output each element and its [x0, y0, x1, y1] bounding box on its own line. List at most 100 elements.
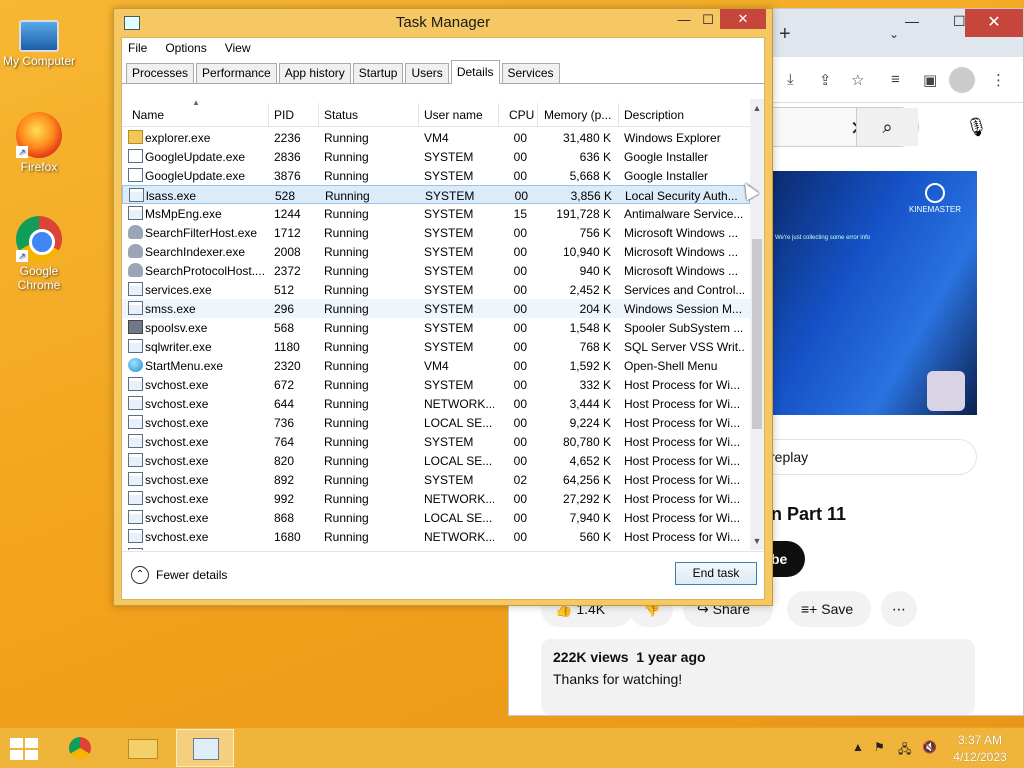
- scroll-thumb[interactable]: [752, 239, 762, 429]
- process-description: Host Process for Wi...: [624, 435, 741, 449]
- scroll-up-icon[interactable]: ▲: [750, 101, 764, 115]
- column-header-memory[interactable]: Memory (p...: [544, 108, 611, 122]
- column-divider[interactable]: [418, 103, 419, 127]
- table-row[interactable]: explorer.exe 2236 Running VM4 00 31,480 K Wind…: [122, 128, 750, 147]
- process-user: LOCAL SE...: [424, 454, 493, 468]
- task-manager-titlebar[interactable]: Task Manager — ☐ ✕: [114, 9, 772, 37]
- scroll-down-icon[interactable]: ▼: [750, 534, 764, 548]
- taskbar-clock[interactable]: 3:37 AM 4/12/2023: [944, 732, 1016, 766]
- table-row[interactable]: svchost.exe 644 Running NETWORK... 00 3,444 K…: [122, 394, 750, 413]
- column-divider[interactable]: [318, 103, 319, 127]
- taskbar: ▲ ⚑ 🖧 🔇 3:37 AM 4/12/2023: [0, 727, 1024, 768]
- tab-processes[interactable]: Processes: [126, 63, 195, 83]
- show-hidden-icons-chevron-icon[interactable]: ▲: [852, 740, 864, 754]
- profile-avatar-icon[interactable]: [949, 67, 975, 93]
- tab-strip: Processes Performance App history Startu…: [122, 60, 764, 84]
- table-row[interactable]: spoolsv.exe 568 Running SYSTEM 00 1,548 K Spoo…: [122, 318, 750, 337]
- microphone-icon[interactable]: 🎙: [965, 117, 988, 138]
- table-row[interactable]: svchost.exe 2464 Running LOCAL SE...00 1,008…: [122, 546, 750, 550]
- action-center-flag-icon[interactable]: ⚑: [874, 740, 885, 754]
- tab-startup[interactable]: Startup: [352, 63, 404, 83]
- desktop-icon-label: Google Chrome: [17, 264, 61, 292]
- media-queue-icon[interactable]: ≡: [891, 71, 900, 88]
- start-button[interactable]: [10, 738, 38, 760]
- table-row[interactable]: svchost.exe 672 Running SYSTEM 00 332 K Host P…: [122, 375, 750, 394]
- taskbar-chrome-button[interactable]: [52, 729, 110, 767]
- tab-performance[interactable]: Performance: [196, 63, 277, 83]
- column-header-name[interactable]: Name: [132, 108, 164, 122]
- end-task-button[interactable]: End task: [675, 562, 757, 585]
- taskbar-task-manager-button[interactable]: [176, 729, 234, 767]
- column-divider[interactable]: [618, 103, 619, 127]
- close-button[interactable]: ✕: [720, 9, 766, 29]
- column-header-description[interactable]: Description: [624, 108, 684, 122]
- process-pid: 892: [274, 473, 295, 487]
- tab-details[interactable]: Details: [450, 60, 500, 84]
- more-menu-icon[interactable]: ⋮: [991, 71, 1006, 89]
- desktop-icon-label: My Computer: [2, 54, 76, 68]
- column-header-pid[interactable]: PID: [274, 108, 294, 122]
- table-row[interactable]: svchost.exe 736 Running LOCAL SE... 00 9,224 …: [122, 413, 750, 432]
- column-divider[interactable]: [268, 103, 269, 127]
- process-user: LOCAL SE...: [424, 511, 493, 525]
- install-icon[interactable]: ⤓: [787, 71, 794, 88]
- table-row[interactable]: lsass.exe 528 Running SYSTEM 00 3,856 K Local …: [122, 185, 750, 204]
- kinemaster-logo-icon: [924, 183, 945, 203]
- maximize-icon[interactable]: ☐: [953, 13, 966, 30]
- table-row[interactable]: sqlwriter.exe 1180 Running SYSTEM 00 768 K SQL…: [122, 337, 750, 356]
- column-divider[interactable]: [537, 103, 538, 127]
- table-row[interactable]: svchost.exe 1680 Running NETWORK... 00 560 K H…: [122, 527, 750, 546]
- youtube-search-box[interactable]: ✕ ⌕: [764, 107, 919, 147]
- desktop-icon-google-chrome[interactable]: ↗ Google Chrome: [2, 216, 76, 292]
- tab-search-chevron-icon[interactable]: ⌄: [889, 27, 899, 41]
- desktop-icon-my-computer[interactable]: My Computer: [2, 12, 76, 68]
- menu-file[interactable]: File: [128, 41, 147, 57]
- network-icon[interactable]: 🖧: [898, 740, 911, 761]
- minimize-icon[interactable]: —: [905, 13, 919, 29]
- table-row[interactable]: svchost.exe 992 Running NETWORK... 00 27,292 …: [122, 489, 750, 508]
- tab-services[interactable]: Services: [501, 63, 560, 83]
- table-row[interactable]: GoogleUpdate.exe 2836 Running SYSTEM 00 636 K…: [122, 147, 750, 166]
- table-row[interactable]: GoogleUpdate.exe 3876 Running SYSTEM 00 5,668…: [122, 166, 750, 185]
- column-divider[interactable]: [498, 103, 499, 127]
- table-row[interactable]: MsMpEng.exe 1244 Running SYSTEM 15 191,728 K A…: [122, 204, 750, 223]
- save-button[interactable]: ≡+ Save: [787, 591, 871, 627]
- tab-users[interactable]: Users: [405, 63, 449, 83]
- table-row[interactable]: StartMenu.exe 2320 Running VM4 00 1,592 K Open…: [122, 356, 750, 375]
- table-row[interactable]: svchost.exe 892 Running SYSTEM 02 64,256 K Hos…: [122, 470, 750, 489]
- side-panel-icon[interactable]: ▣: [923, 71, 937, 89]
- maximize-button[interactable]: ☐: [694, 10, 722, 30]
- video-player[interactable]: KINEMASTER We're just collecting some er…: [767, 171, 977, 415]
- table-row[interactable]: svchost.exe 868 Running LOCAL SE... 00 7,940 …: [122, 508, 750, 527]
- table-row[interactable]: SearchProtocolHost.... 2372 Running SYSTEM 0…: [122, 261, 750, 280]
- new-tab-icon[interactable]: +: [779, 23, 791, 46]
- table-row[interactable]: svchost.exe 820 Running LOCAL SE... 00 4,652 …: [122, 451, 750, 470]
- search-icon[interactable]: ⌕: [856, 108, 918, 146]
- process-status: Running: [324, 492, 369, 506]
- table-row[interactable]: svchost.exe 764 Running SYSTEM 00 80,780 K Hos…: [122, 432, 750, 451]
- process-name: services.exe: [145, 283, 212, 297]
- column-header-user-name[interactable]: User name: [424, 108, 483, 122]
- table-row[interactable]: SearchIndexer.exe 2008 Running SYSTEM 00 10,9…: [122, 242, 750, 261]
- column-header-cpu[interactable]: CPU: [509, 108, 534, 122]
- process-name: lsass.exe: [146, 189, 197, 203]
- globe-icon: [128, 358, 143, 372]
- vertical-scrollbar[interactable]: ▲ ▼: [750, 99, 764, 550]
- volume-muted-icon[interactable]: 🔇: [922, 740, 937, 754]
- live-chat-replay-button[interactable]: replay: [749, 439, 977, 475]
- desktop-icon-firefox[interactable]: ↗ Firefox: [2, 112, 76, 174]
- column-header-status[interactable]: Status: [324, 108, 358, 122]
- table-row[interactable]: services.exe 512 Running SYSTEM 00 2,452 K Ser…: [122, 280, 750, 299]
- table-row[interactable]: SearchFilterHost.exe 1712 Running SYSTEM 00 7…: [122, 223, 750, 242]
- browser-close-button[interactable]: ✕: [965, 9, 1023, 37]
- table-row[interactable]: smss.exe 296 Running SYSTEM 00 204 K Windows S…: [122, 299, 750, 318]
- process-pid: 2836: [274, 150, 301, 164]
- tab-app-history[interactable]: App history: [278, 63, 351, 83]
- bookmark-star-icon[interactable]: ☆: [851, 71, 864, 89]
- video-description[interactable]: 222K views 1 year ago Thanks for watchin…: [541, 639, 975, 715]
- more-actions-button[interactable]: ⋯: [881, 591, 917, 627]
- taskbar-file-explorer-button[interactable]: [114, 729, 172, 767]
- menu-options[interactable]: Options: [165, 41, 206, 57]
- menu-view[interactable]: View: [225, 41, 251, 57]
- share-page-icon[interactable]: ⇪: [819, 71, 832, 89]
